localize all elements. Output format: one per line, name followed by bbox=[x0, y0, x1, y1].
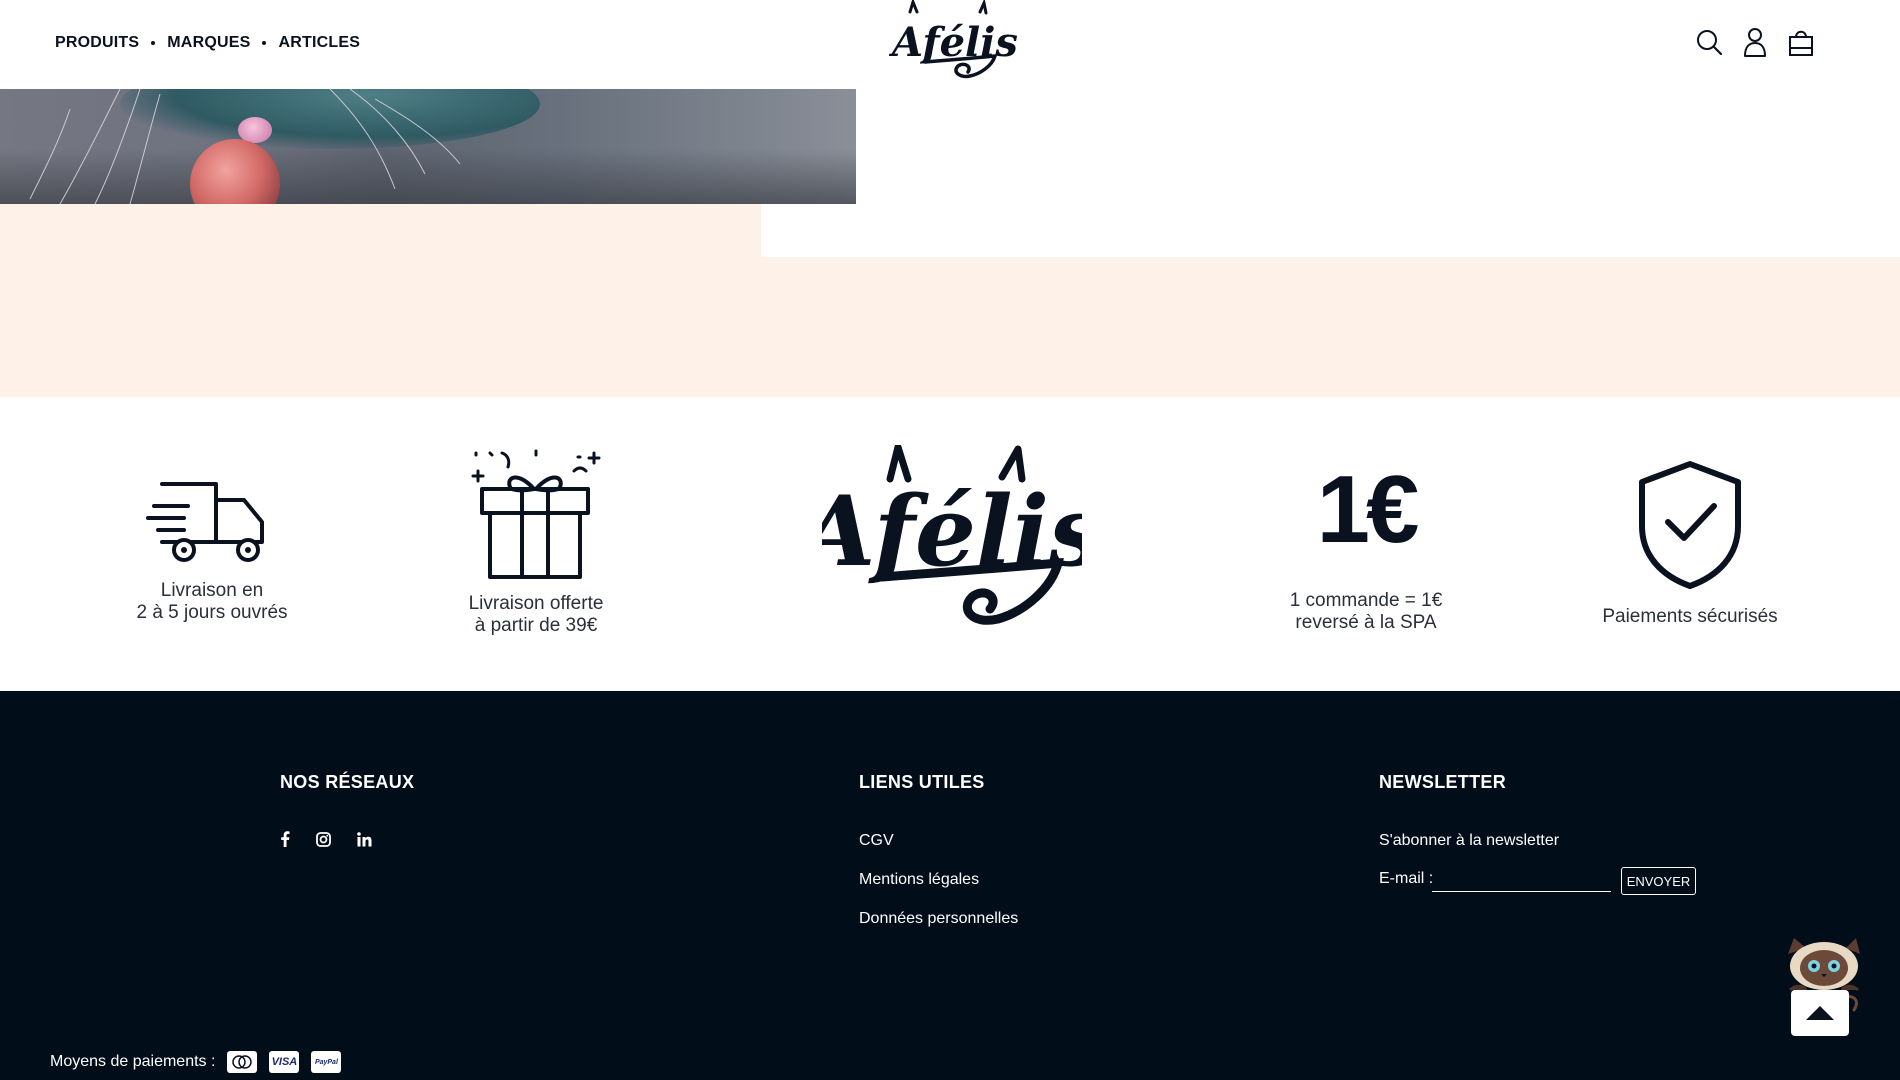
scroll-to-top-button[interactable] bbox=[1784, 938, 1864, 1038]
payment-methods-label: Moyens de paiements : bbox=[50, 1053, 216, 1070]
site-footer: NOS RÉSEAUX LIENS UTILES CGV Mentions lé… bbox=[0, 691, 1900, 1080]
gift-icon bbox=[471, 449, 601, 579]
one-euro-icon: 1€ bbox=[1316, 456, 1420, 563]
afelis-logo: Afélis bbox=[822, 445, 1082, 625]
shield-check-icon bbox=[1639, 461, 1741, 589]
mastercard-icon bbox=[227, 1051, 258, 1073]
linkedin-icon[interactable] bbox=[357, 831, 372, 847]
instagram-icon[interactable] bbox=[316, 831, 331, 847]
feature-spa-line2: reversé à la SPA bbox=[1295, 612, 1437, 633]
nav-produits[interactable]: PRODUITS bbox=[55, 34, 139, 52]
cart-icon[interactable] bbox=[1787, 26, 1815, 58]
site-header: PRODUITS MARQUES ARTICLES Afélis bbox=[0, 0, 1900, 89]
feature-spa-donation: 1€ 1 commande = 1€ reversé à la SPA bbox=[1266, 456, 1466, 634]
feature-free-shipping: Livraison offerte à partir de 39€ bbox=[436, 449, 636, 637]
main-nav: PRODUITS MARQUES ARTICLES bbox=[55, 34, 360, 52]
cat-photo bbox=[0, 89, 856, 204]
link-cgv[interactable]: CGV bbox=[859, 832, 894, 850]
account-icon[interactable] bbox=[1741, 26, 1769, 58]
features-strip: Livraison en 2 à 5 jours ouvrés Livraiso… bbox=[0, 397, 1900, 691]
nav-marques[interactable]: MARQUES bbox=[167, 34, 250, 52]
site-logo[interactable]: Afélis bbox=[880, 0, 1030, 84]
paypal-icon: PayPal bbox=[311, 1051, 342, 1073]
nav-separator bbox=[262, 41, 267, 45]
facebook-icon[interactable] bbox=[280, 831, 290, 847]
payment-methods: Moyens de paiements : VISA PayPal bbox=[50, 1051, 342, 1073]
newsletter-submit-button[interactable]: ENVOYER bbox=[1621, 867, 1696, 895]
nav-articles[interactable]: ARTICLES bbox=[278, 34, 360, 52]
feature-free-shipping-line1: Livraison offerte bbox=[468, 593, 604, 614]
email-label: E-mail : bbox=[1379, 870, 1434, 887]
feature-delivery: Livraison en 2 à 5 jours ouvrés bbox=[112, 480, 312, 624]
search-icon[interactable] bbox=[1695, 26, 1723, 58]
feature-delivery-line1: Livraison en bbox=[160, 580, 264, 601]
newsletter-title: NEWSLETTER bbox=[1379, 772, 1506, 792]
hero-content-card bbox=[761, 89, 1900, 257]
visa-icon: VISA bbox=[269, 1051, 300, 1073]
feature-brand: Afélis bbox=[822, 445, 1082, 631]
networks-title: NOS RÉSEAUX bbox=[280, 772, 415, 792]
feature-secure-payment-label: Paiements sécurisés bbox=[1602, 606, 1778, 627]
feature-delivery-line2: 2 à 5 jours ouvrés bbox=[136, 602, 288, 623]
useful-links-title: LIENS UTILES bbox=[859, 772, 985, 792]
whiskers bbox=[29, 89, 461, 204]
newsletter-email-input[interactable] bbox=[1432, 866, 1611, 892]
social-links bbox=[280, 831, 372, 847]
link-donnees-personnelles[interactable]: Données personnelles bbox=[859, 910, 1018, 928]
feature-spa-line1: 1 commande = 1€ bbox=[1289, 590, 1443, 611]
feature-secure-payment: Paiements sécurisés bbox=[1590, 460, 1790, 628]
newsletter-text: S'abonner à la newsletter bbox=[1379, 832, 1560, 849]
nav-separator bbox=[151, 41, 156, 45]
header-actions bbox=[1695, 26, 1815, 58]
truck-icon bbox=[146, 482, 264, 562]
link-mentions-legales[interactable]: Mentions légales bbox=[859, 871, 979, 889]
feature-free-shipping-line2: à partir de 39€ bbox=[474, 615, 598, 636]
